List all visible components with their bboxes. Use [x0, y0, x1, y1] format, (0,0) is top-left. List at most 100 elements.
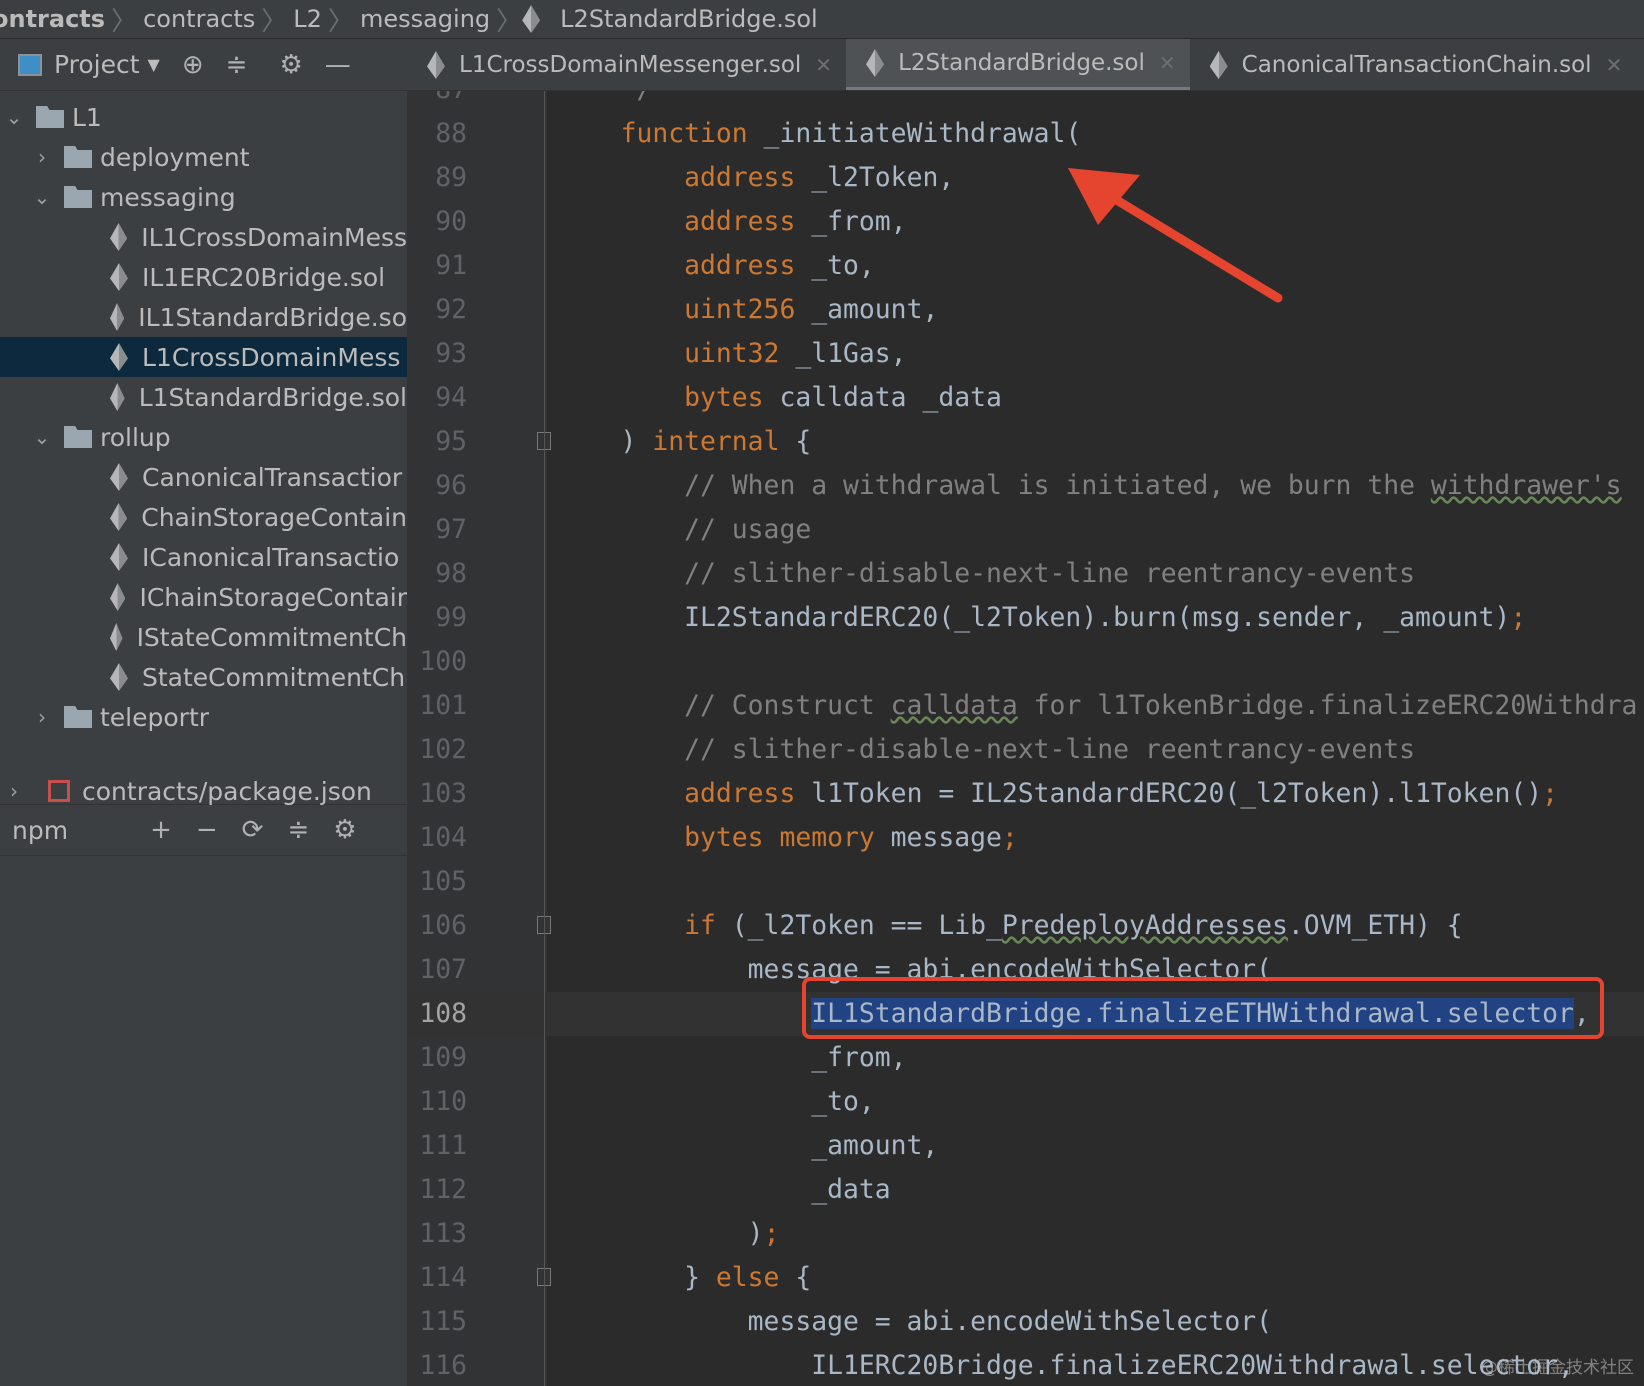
hide-icon[interactable]: — — [325, 50, 351, 80]
tree-item[interactable]: StateCommitmentCh — [0, 657, 407, 697]
editor-tab[interactable]: CanonicalTransactionChain.sol ✕ — [1190, 39, 1637, 90]
close-icon[interactable]: ✕ — [815, 53, 832, 77]
ethereum-file-icon — [110, 223, 128, 251]
tree-item[interactable]: IL1ERC20Bridge.sol — [0, 257, 407, 297]
code-text: message = abi.encodeWithSelector( — [557, 1300, 1272, 1344]
code-token: _from, — [557, 1042, 907, 1073]
chevron-right-icon[interactable]: › — [28, 705, 56, 729]
code-token: internal — [652, 426, 780, 457]
line-number: 95 — [435, 426, 467, 457]
tree-item[interactable]: ChainStorageContain — [0, 497, 407, 537]
locate-icon[interactable]: ⊕ — [182, 50, 204, 80]
chevron-down-icon[interactable]: ⌄ — [0, 105, 28, 129]
code-line: 89 address _l2Token, — [407, 156, 1644, 200]
breadcrumb-item[interactable]: messaging — [354, 5, 496, 33]
breadcrumb-item[interactable]: L2StandardBridge.sol — [554, 5, 824, 33]
close-icon[interactable]: ✕ — [1606, 53, 1623, 77]
line-number: 111 — [419, 1130, 467, 1161]
project-view-dropdown[interactable]: Project — [54, 50, 140, 79]
add-icon[interactable]: + — [150, 815, 172, 845]
collapse-all-icon[interactable]: ≑ — [287, 815, 309, 845]
npm-package-label: contracts/package.json — [82, 776, 372, 806]
code-token: _to, — [557, 1086, 875, 1117]
code-line: 93 uint32 _l1Gas, — [407, 332, 1644, 376]
code-text: } else { — [557, 1256, 811, 1300]
breadcrumb-item[interactable]: contracts — [137, 5, 261, 33]
code-line: 96 // When a withdrawal is initiated, we… — [407, 464, 1644, 508]
code-token: bytes — [684, 382, 764, 413]
tree-item-label: IChainStorageContair — [139, 582, 407, 612]
ethereum-file-icon — [110, 583, 126, 611]
tree-item-label: CanonicalTransactior — [142, 462, 403, 492]
close-icon[interactable]: ✕ — [1159, 51, 1176, 75]
code-token: // Construct — [557, 690, 891, 721]
code-line: 114 } else { — [407, 1256, 1644, 1300]
ethereum-file-icon — [110, 303, 125, 331]
collapse-all-icon[interactable]: ≑ — [226, 50, 248, 80]
line-number: 107 — [419, 954, 467, 985]
tree-item[interactable]: L1CrossDomainMess — [0, 337, 407, 377]
chevron-down-icon[interactable]: ⌄ — [28, 425, 56, 449]
code-text: function _initiateWithdrawal( — [557, 112, 1082, 156]
chevron-right-icon[interactable]: › — [28, 145, 56, 169]
code-token: address — [684, 162, 796, 193]
gear-icon[interactable]: ⚙ — [333, 815, 356, 845]
code-text: */ — [557, 91, 653, 112]
code-token: _amount, — [557, 1130, 939, 1161]
tree-item[interactable]: ⌄ rollup — [0, 417, 407, 457]
editor-tab[interactable]: L1CrossDomainMessenger.sol ✕ — [407, 39, 846, 90]
tree-item-label: messaging — [100, 182, 236, 212]
ethereum-file-icon — [110, 503, 128, 531]
breadcrumb-separator-icon: 〉 — [111, 6, 138, 37]
code-token: .OVM_ETH) { — [1287, 910, 1463, 941]
breadcrumb-item[interactable]: L2 — [287, 5, 328, 33]
project-tree: ⌄ L1 › deployment ⌄ messaging IL1CrossDomainMe… — [0, 91, 407, 1386]
tree-item[interactable]: ⌄ L1 — [0, 97, 407, 137]
tab-label: CanonicalTransactionChain.sol — [1241, 52, 1592, 78]
tree-item[interactable]: L1StandardBridge.sol — [0, 377, 407, 417]
tree-item[interactable]: CanonicalTransactior — [0, 457, 407, 497]
tree-item-label: rollup — [100, 422, 171, 452]
ethereum-file-icon — [110, 543, 128, 571]
breadcrumb-item[interactable]: ontracts — [0, 5, 111, 33]
code-line: 99 IL2StandardERC20(_l2Token).burn(msg.s… — [407, 596, 1644, 640]
line-number: 105 — [419, 866, 467, 897]
chevron-right-icon[interactable]: › — [0, 779, 28, 803]
ethereum-file-icon — [110, 343, 128, 371]
chevron-down-icon[interactable]: ⌄ — [28, 185, 56, 209]
code-editor[interactable]: 87 */88 function _initiateWithdrawal(89 … — [407, 91, 1644, 1386]
npm-package-item[interactable]: › contracts/package.json — [0, 771, 407, 811]
tree-item[interactable]: IChainStorageContair — [0, 577, 407, 617]
code-token: // slither-disable-next-line reentrancy-… — [557, 734, 1415, 765]
tree-item[interactable]: › deployment — [0, 137, 407, 177]
chevron-down-icon[interactable]: ▼ — [148, 55, 160, 74]
folder-icon — [36, 106, 64, 128]
npm-label: npm — [12, 815, 69, 845]
code-text: IL2StandardERC20(_l2Token).burn(msg.send… — [557, 596, 1526, 640]
code-line: 98 // slither-disable-next-line reentran… — [407, 552, 1644, 596]
code-line: 100 — [407, 640, 1644, 684]
tree-item[interactable]: IL1CrossDomainMess — [0, 217, 407, 257]
code-token: _to, — [795, 250, 875, 281]
ethereum-file-icon — [110, 623, 123, 651]
code-token: withdrawer's — [1430, 470, 1622, 501]
npm-toolbar: npm + − ⟳ ≑ ⚙ — [0, 804, 407, 856]
tree-item[interactable]: ⌄ messaging — [0, 177, 407, 217]
line-number: 114 — [419, 1262, 467, 1293]
editor-tab[interactable]: L2StandardBridge.sol ✕ — [846, 39, 1190, 90]
code-line: 103 address l1Token = IL2StandardERC20(_… — [407, 772, 1644, 816]
line-number: 109 — [419, 1042, 467, 1073]
gear-icon[interactable]: ⚙ — [279, 50, 302, 80]
code-token: { — [779, 426, 812, 457]
tree-item[interactable]: IStateCommitmentCh — [0, 617, 407, 657]
tree-item[interactable]: › teleportr — [0, 697, 407, 737]
line-number: 88 — [435, 118, 467, 149]
refresh-icon[interactable]: ⟳ — [242, 815, 264, 845]
tree-item[interactable]: IL1StandardBridge.so — [0, 297, 407, 337]
tree-item[interactable]: ICanonicalTransactio — [0, 537, 407, 577]
remove-icon[interactable]: − — [196, 815, 218, 845]
code-line: 91 address _to, — [407, 244, 1644, 288]
line-number: 98 — [435, 558, 467, 589]
